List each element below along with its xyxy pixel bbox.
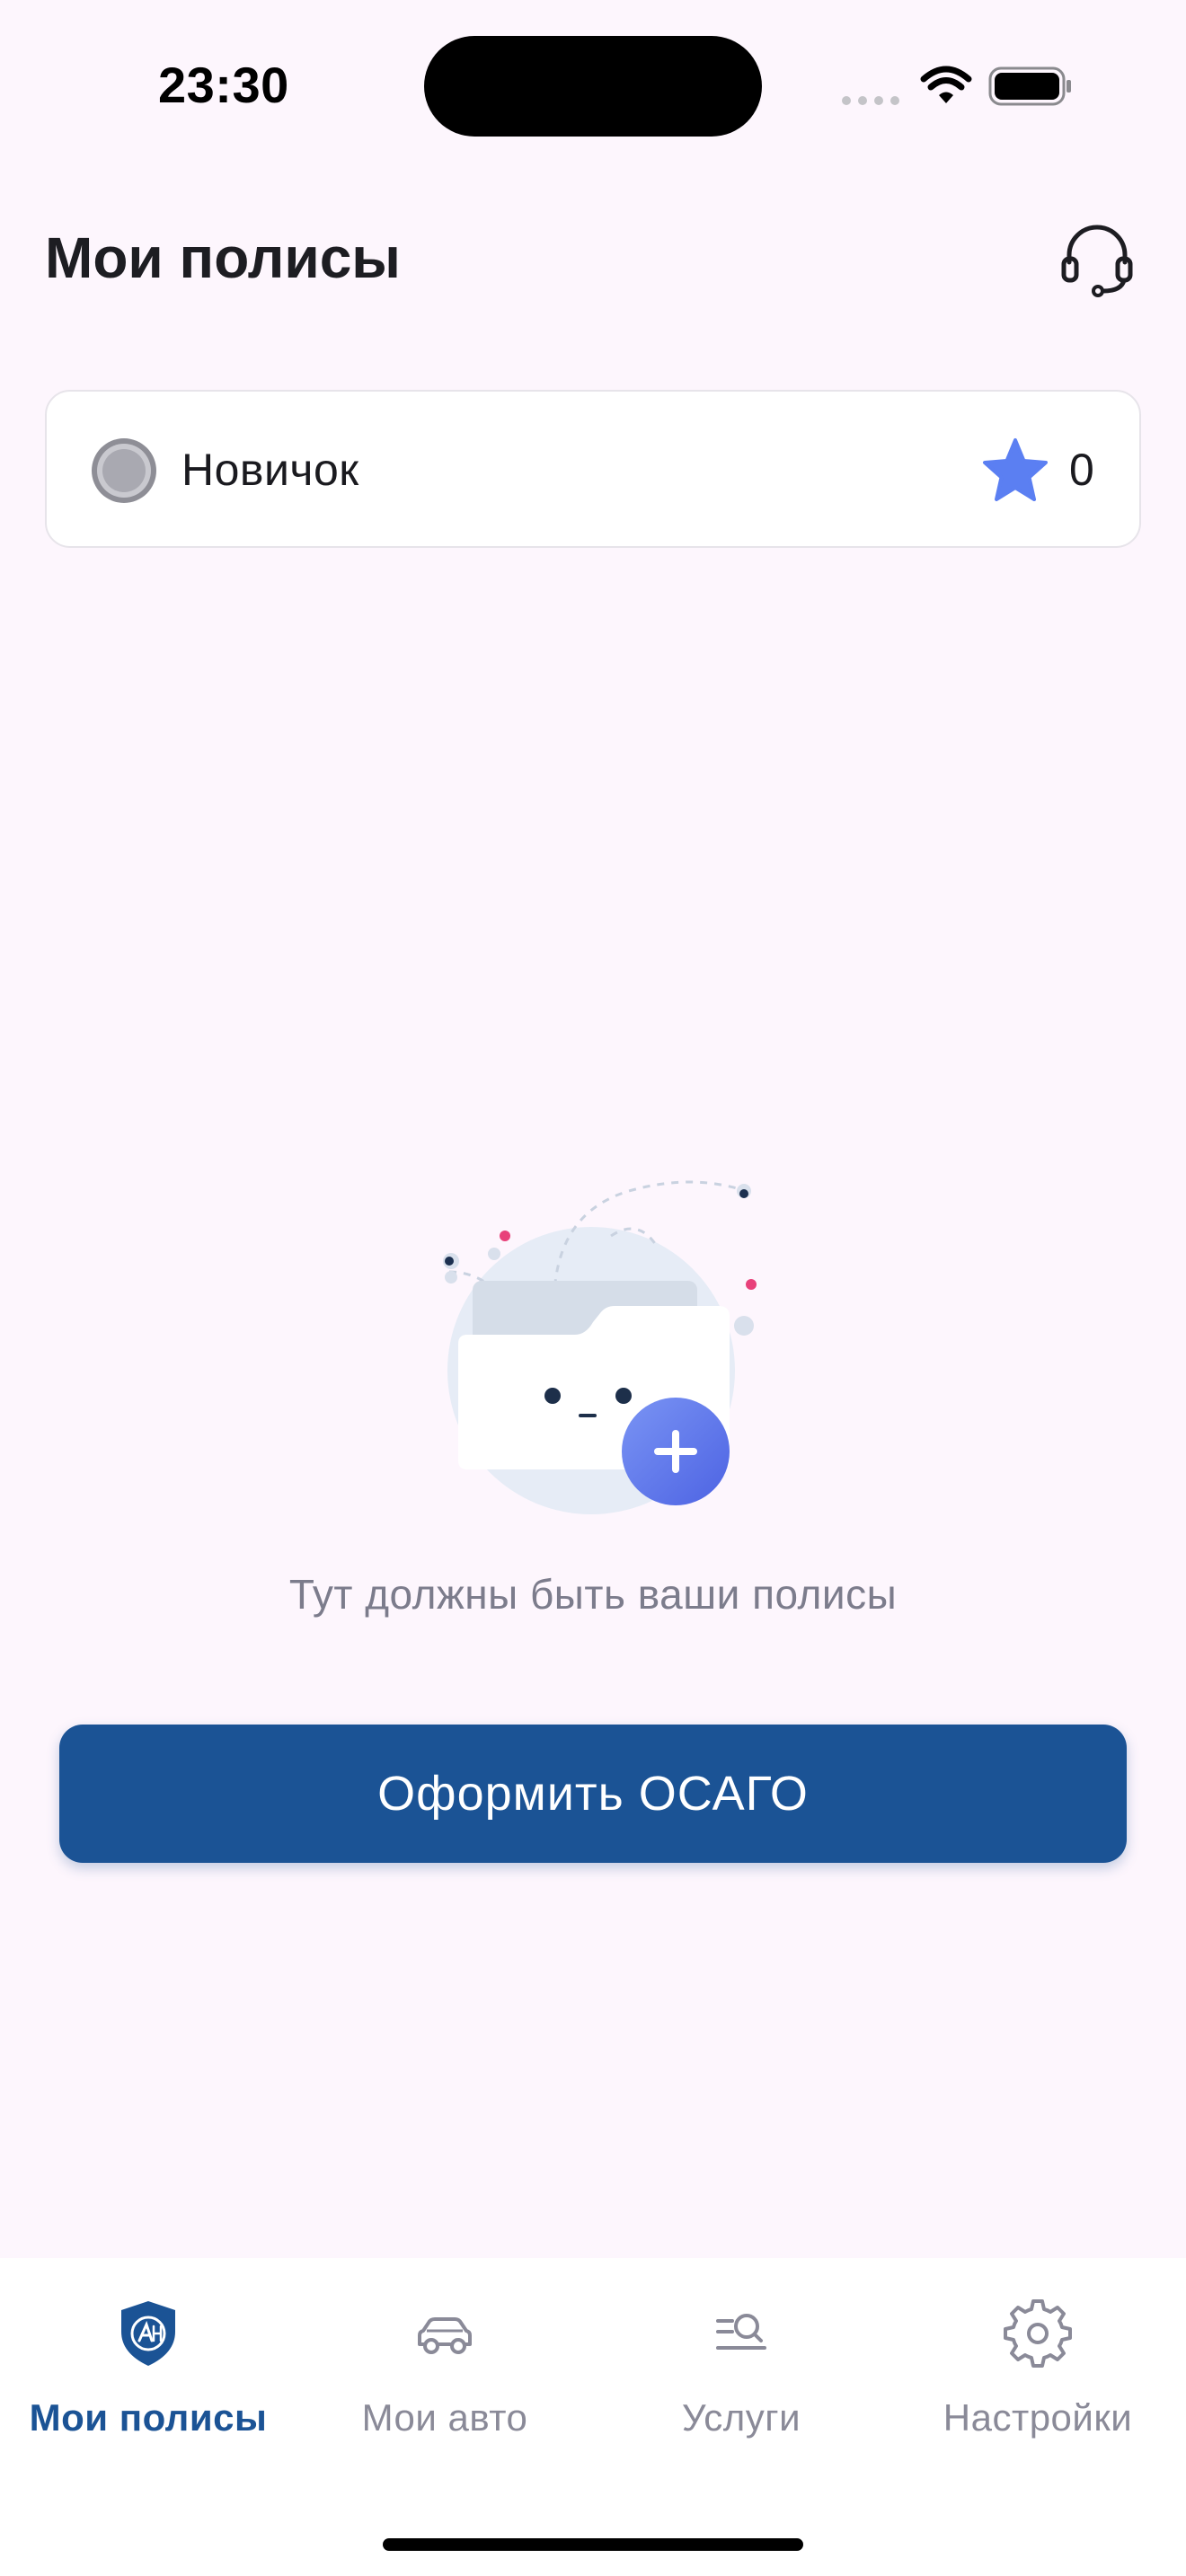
cellular-signal-icon: [842, 96, 899, 105]
app-screen: 23:30 Мои полисы Новичок 0 Тут должны бы…: [0, 0, 1186, 2576]
star-icon: [983, 438, 1048, 501]
tab-label: Настройки: [943, 2396, 1133, 2439]
tab-label: Мои авто: [361, 2396, 528, 2439]
dynamic-island: [424, 36, 762, 137]
loyalty-level-card[interactable]: Новичок 0: [45, 390, 1141, 548]
buy-osago-button[interactable]: Оформить ОСАГО: [59, 1725, 1127, 1863]
gear-icon: [1004, 2299, 1072, 2368]
battery-icon: [988, 66, 1071, 106]
headset-icon: [1061, 225, 1133, 297]
empty-state-message: Тут должны быть ваши полисы: [288, 1571, 898, 1618]
support-button[interactable]: [1057, 217, 1137, 298]
tab-my-policies[interactable]: Мои полисы: [0, 2258, 296, 2456]
home-indicator: [383, 2538, 803, 2551]
silver-coin-icon: [92, 438, 156, 503]
tab-bar: Мои полисы Мои авто Услуги Настройки: [0, 2258, 1186, 2576]
tab-label: Услуги: [681, 2396, 801, 2439]
wifi-icon: [920, 66, 972, 103]
tab-label: Мои полисы: [29, 2396, 268, 2439]
tab-my-cars[interactable]: Мои авто: [296, 2258, 593, 2456]
tab-settings[interactable]: Настройки: [890, 2258, 1186, 2456]
level-name: Новичок: [181, 445, 359, 495]
services-search-icon: [716, 2314, 766, 2350]
car-icon: [418, 2317, 472, 2354]
empty-folder-icon: [443, 1180, 757, 1514]
shield-logo-icon: [121, 2301, 175, 2366]
points-count: 0: [1069, 445, 1094, 495]
tab-services[interactable]: Услуги: [593, 2258, 890, 2456]
page-title: Мои полисы: [45, 225, 401, 290]
status-time: 23:30: [158, 57, 289, 113]
status-indicators: [842, 66, 1071, 106]
